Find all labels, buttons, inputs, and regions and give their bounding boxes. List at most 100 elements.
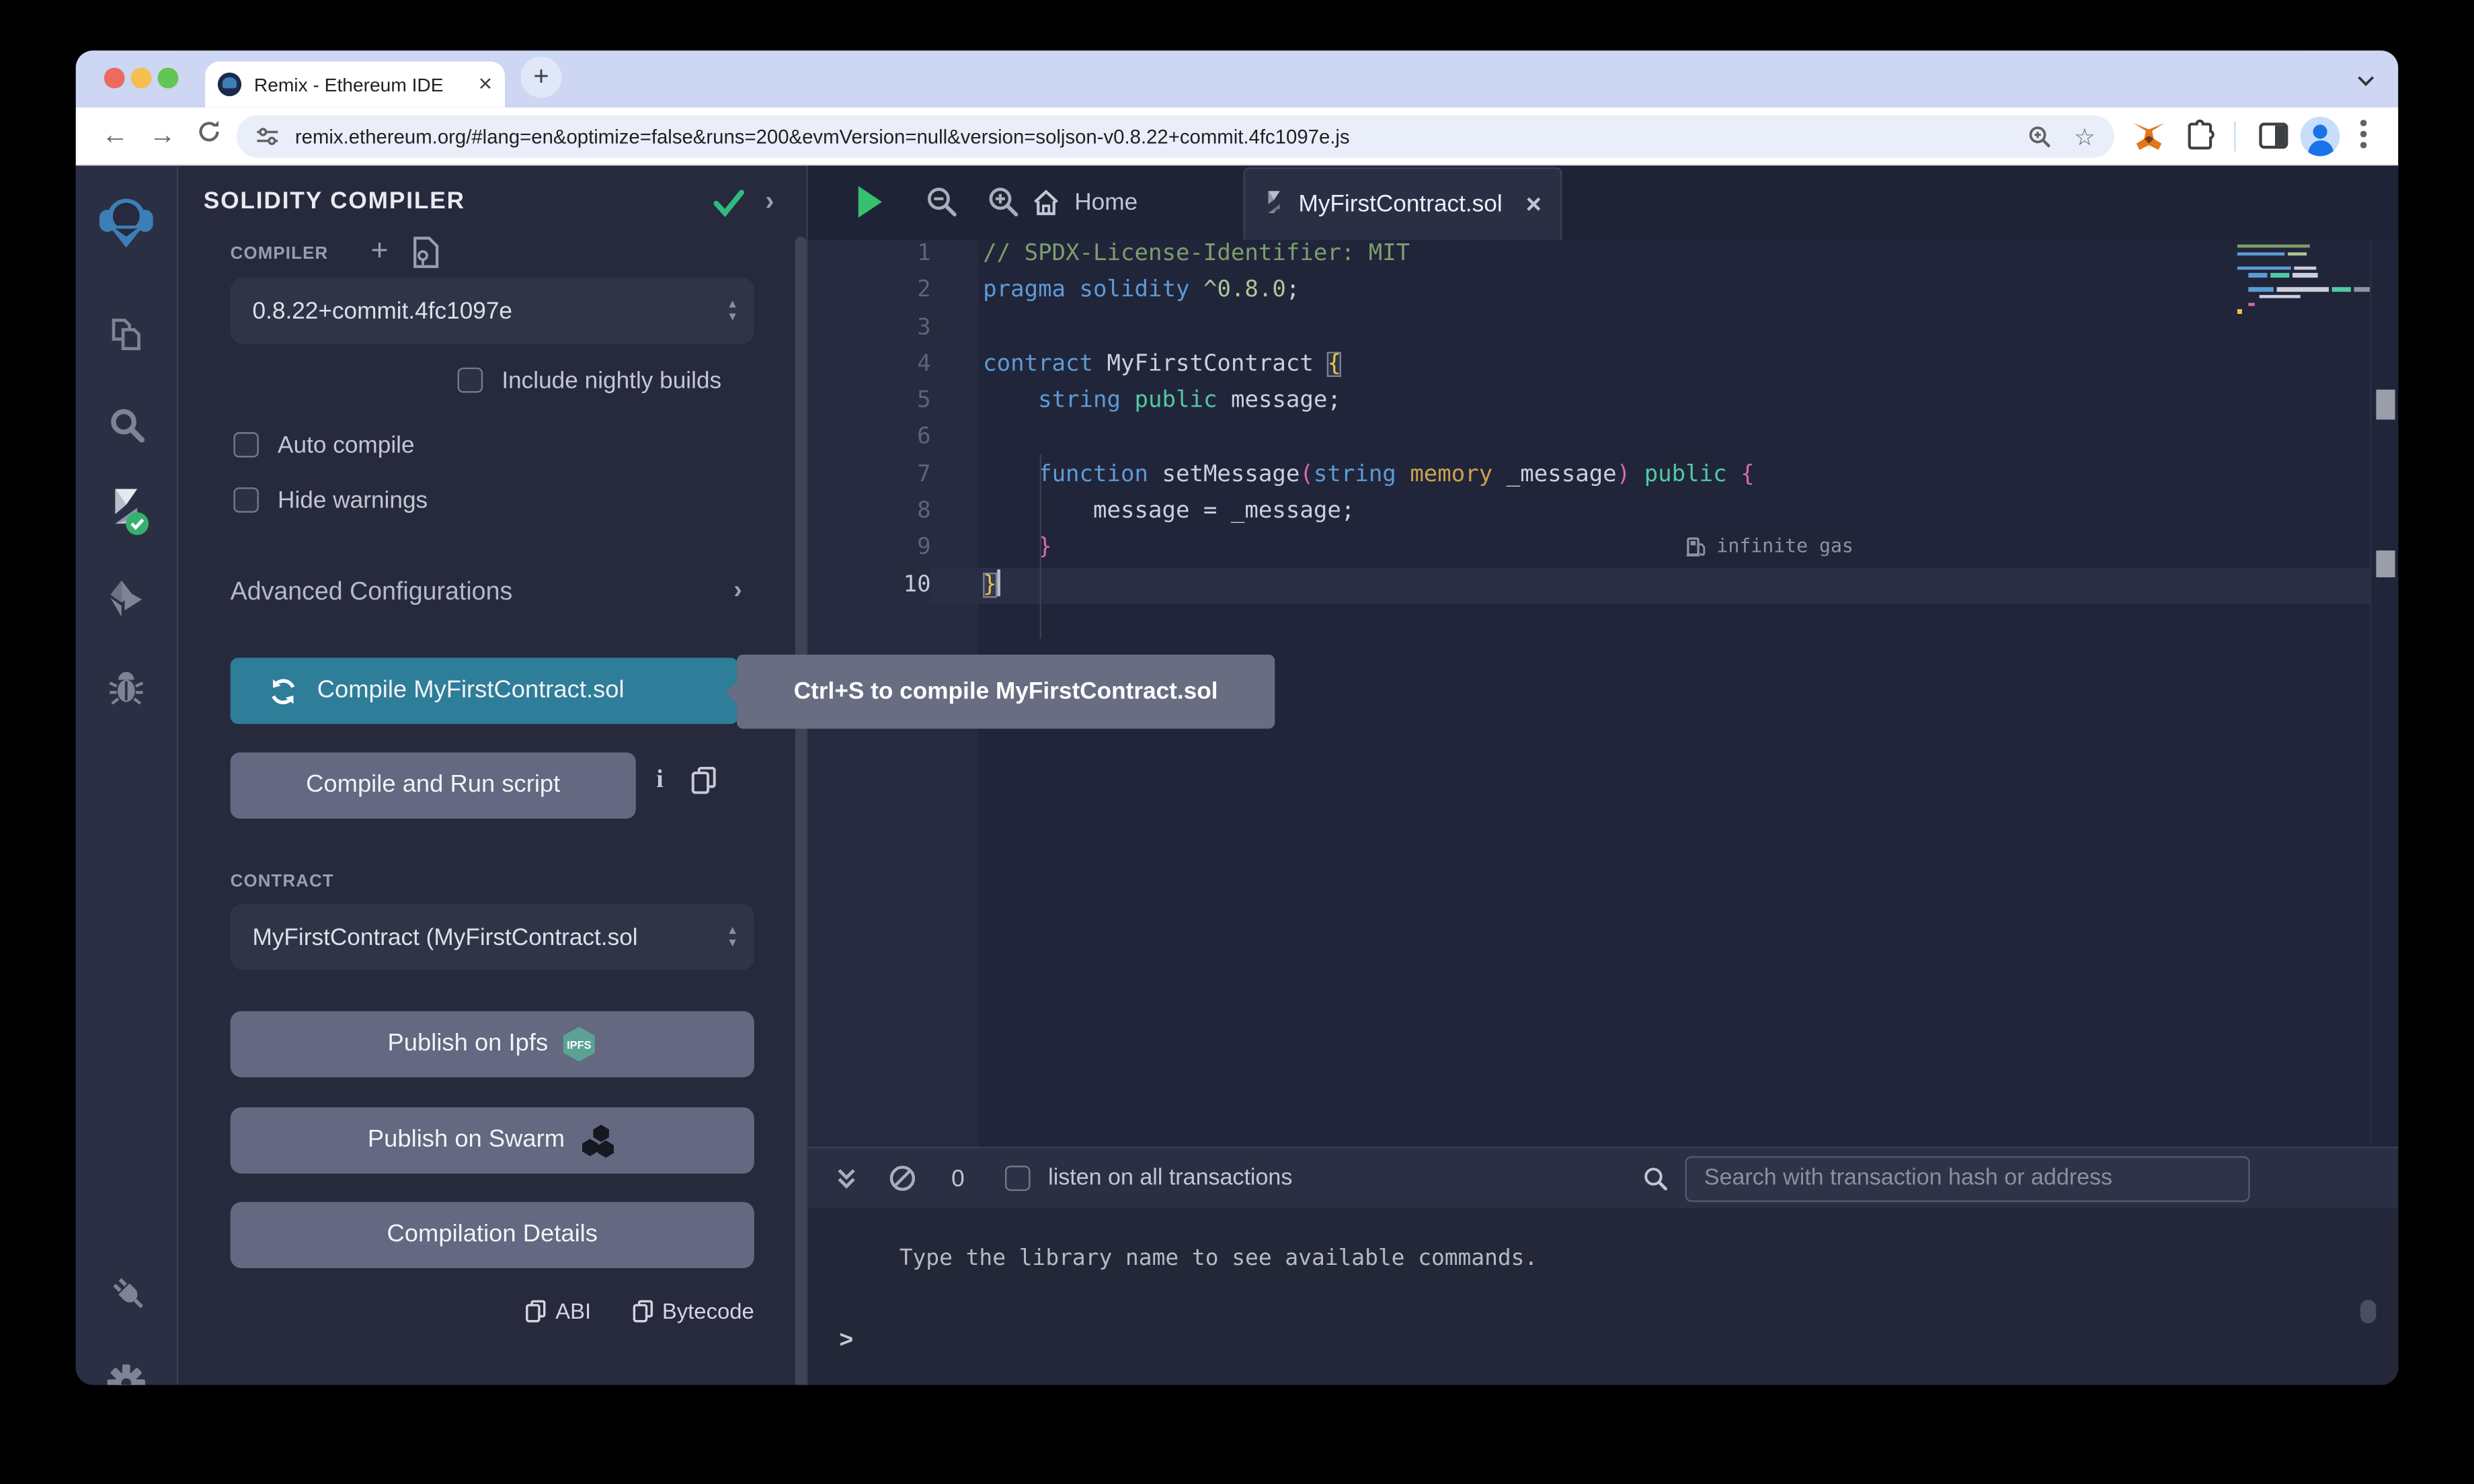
compiler-label: COMPILER	[231, 245, 329, 263]
terminal-toolbar: 0 listen on all transactions	[808, 1149, 2399, 1208]
extensions-puzzle-icon[interactable]	[2184, 118, 2221, 156]
auto-compile-label: Auto compile	[278, 432, 415, 459]
compilation-details-label: Compilation Details	[387, 1221, 598, 1249]
copy-icon	[632, 1299, 653, 1323]
copy-icon[interactable]	[692, 767, 717, 795]
side-panel-icon[interactable]	[2256, 118, 2294, 156]
listen-transactions-checkbox[interactable]	[1006, 1165, 1031, 1191]
code-line: 6	[808, 420, 2370, 457]
browser-tab-bar: Remix - Ethereum IDE × +	[76, 50, 2399, 107]
add-compiler-icon[interactable]: +	[371, 235, 389, 270]
tab-home[interactable]: Home	[1032, 165, 1138, 239]
info-icon[interactable]: i	[656, 767, 663, 795]
contract-select[interactable]: MyFirstContract (MyFirstContract.sol ▲▼	[231, 904, 754, 971]
abi-bytecode-row: ABI Bytecode	[178, 1298, 754, 1323]
compiler-version-value: 0.8.22+commit.4fc1097e	[253, 297, 513, 324]
url-bar[interactable]: remix.ethereum.org/#lang=en&optimize=fal…	[237, 115, 2114, 157]
tab-close-icon[interactable]: ×	[479, 73, 493, 96]
file-tab-label: MyFirstContract.sol	[1298, 191, 1511, 218]
new-tab-button[interactable]: +	[520, 56, 561, 97]
file-explorer-icon[interactable]	[76, 300, 177, 369]
browser-menu-icon[interactable]	[2360, 120, 2366, 155]
plugin-manager-icon[interactable]	[76, 1259, 177, 1328]
back-button[interactable]: ←	[98, 118, 133, 153]
publish-swarm-label: Publish on Swarm	[368, 1126, 565, 1155]
refresh-icon	[268, 676, 298, 706]
activity-bar	[76, 165, 177, 1385]
contract-label: CONTRACT	[231, 872, 334, 891]
advanced-chevron-icon[interactable]: ›	[733, 577, 742, 606]
home-tab-label: Home	[1074, 190, 1138, 216]
terminal-scrollbar[interactable]	[2360, 1300, 2376, 1323]
panel-chevron-icon[interactable]: ›	[765, 186, 774, 218]
solidity-compiler-icon[interactable]	[76, 477, 177, 546]
deploy-run-icon[interactable]	[76, 565, 177, 634]
publish-swarm-button[interactable]: Publish on Swarm	[231, 1108, 754, 1174]
bytecode-label: Bytecode	[662, 1298, 754, 1323]
panel-scrollbar[interactable]	[795, 237, 806, 1385]
url-text: remix.ethereum.org/#lang=en&optimize=fal…	[295, 126, 2005, 148]
solidity-file-icon	[1264, 190, 1285, 220]
editor-right-divider	[2370, 240, 2371, 1147]
close-window-button[interactable]	[104, 68, 124, 87]
editor-column: Home MyFirstContract.sol × 1// SPDX-Lice…	[806, 165, 2398, 1385]
select-stepper-icon: ▲▼	[727, 298, 738, 324]
code-line: 1// SPDX-License-Identifier: MIT	[808, 240, 2370, 274]
close-file-tab-icon[interactable]: ×	[1526, 188, 1542, 220]
debugger-icon[interactable]	[76, 653, 177, 723]
compile-and-run-button[interactable]: Compile and Run script	[231, 752, 636, 819]
auto-compile-checkbox[interactable]	[233, 432, 259, 458]
browser-tab[interactable]: Remix - Ethereum IDE ×	[205, 62, 505, 108]
editor-scrollbar-thumb[interactable]	[2376, 390, 2395, 420]
tab-search-chevron-icon[interactable]	[2359, 69, 2373, 83]
compile-button[interactable]: Compile MyFirstContract.sol	[231, 658, 739, 725]
zoom-out-icon[interactable]	[924, 185, 959, 220]
clear-console-icon[interactable]	[888, 1164, 916, 1192]
hide-warnings-checkbox[interactable]	[233, 487, 259, 513]
remix-logo[interactable]	[76, 188, 177, 257]
gas-annotation-label: infinite gas	[1716, 535, 1853, 557]
profile-avatar[interactable]	[2301, 117, 2340, 157]
metamask-fox-icon[interactable]	[2130, 118, 2167, 156]
toolbar-separator	[2234, 122, 2235, 152]
license-doc-icon[interactable]	[412, 237, 440, 268]
run-script-play-button[interactable]	[859, 186, 882, 218]
code-line: 7 function setMessage(string memory _mes…	[808, 457, 2370, 494]
advanced-configurations[interactable]: Advanced Configurations	[231, 579, 513, 607]
compile-tooltip: Ctrl+S to compile MyFirstContract.sol	[737, 655, 1275, 729]
code-line: 8 message = _message;	[808, 494, 2370, 531]
nightly-builds-checkbox[interactable]	[458, 368, 483, 393]
reload-button[interactable]	[196, 118, 231, 153]
zoom-page-icon[interactable]	[2027, 124, 2052, 149]
ipfs-icon: IPFS	[562, 1025, 597, 1063]
terminal-search-input[interactable]	[1685, 1155, 2250, 1201]
tab-myfirstcontract[interactable]: MyFirstContract.sol ×	[1243, 167, 1562, 240]
copy-bytecode-button[interactable]: Bytecode	[632, 1298, 754, 1323]
home-icon	[1032, 190, 1060, 216]
run-button-label: Compile and Run script	[306, 772, 560, 800]
minimap[interactable]	[2237, 245, 2370, 434]
listen-transactions-label[interactable]: listen on all transactions	[1048, 1165, 1292, 1191]
search-icon[interactable]	[76, 390, 177, 459]
minimap-slider[interactable]	[2376, 550, 2395, 577]
gas-pump-icon	[1685, 536, 1706, 556]
compilation-details-button[interactable]: Compilation Details	[231, 1202, 754, 1268]
publish-ipfs-button[interactable]: Publish on Ipfs IPFS	[231, 1011, 754, 1077]
forward-button[interactable]: →	[145, 118, 180, 153]
contract-select-value: MyFirstContract (MyFirstContract.sol	[253, 923, 732, 950]
code-line: 4contract MyFirstContract {	[808, 347, 2370, 384]
minimize-window-button[interactable]	[131, 68, 151, 87]
collapse-terminal-icon[interactable]	[836, 1167, 857, 1190]
copy-abi-button[interactable]: ABI	[526, 1298, 592, 1323]
compile-success-check-icon	[711, 188, 746, 219]
publish-ipfs-label: Publish on Ipfs	[388, 1030, 549, 1059]
bookmark-star-icon[interactable]: ☆	[2074, 122, 2096, 151]
tab-title: Remix - Ethereum IDE	[254, 73, 472, 95]
code-lines: 1// SPDX-License-Identifier: MIT2pragma …	[808, 240, 2370, 604]
maximize-window-button[interactable]	[158, 68, 177, 87]
code-line: 5 string public message;	[808, 384, 2370, 421]
zoom-in-icon[interactable]	[986, 185, 1021, 220]
compiler-version-select[interactable]: 0.8.22+commit.4fc1097e ▲▼	[231, 278, 754, 344]
settings-gear-icon[interactable]	[76, 1349, 177, 1385]
remix-favicon	[218, 73, 241, 96]
